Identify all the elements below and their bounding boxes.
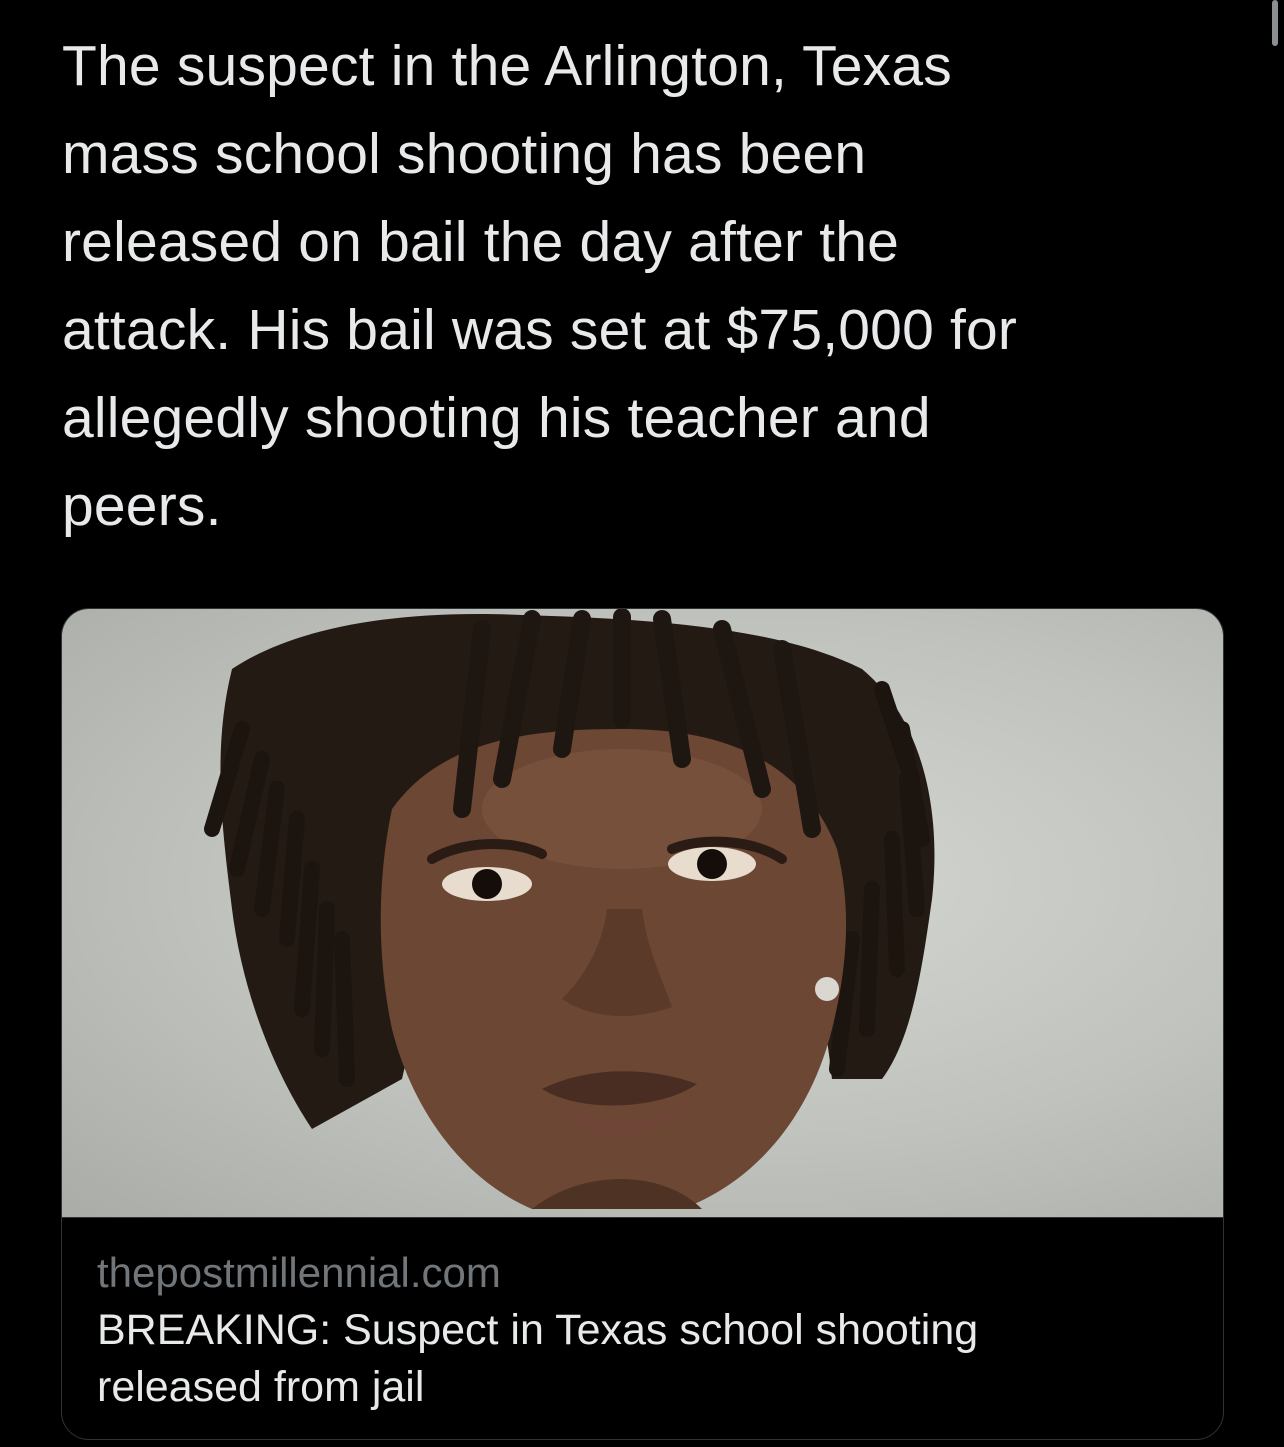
earring (815, 977, 839, 1001)
link-preview-card[interactable]: thepostmillennial.com BREAKING: Suspect … (61, 608, 1224, 1440)
card-title: BREAKING: Suspect in Texas school shooti… (97, 1306, 979, 1411)
card-image[interactable] (62, 609, 1223, 1217)
card-domain: thepostmillennial.com (97, 1249, 501, 1296)
scrollbar-thumb[interactable] (1272, 0, 1278, 46)
tweet-text: The suspect in the Arlington, Texas mass… (62, 34, 1018, 538)
portrait-photo (204, 609, 935, 1209)
card-info[interactable]: thepostmillennial.com BREAKING: Suspect … (62, 1217, 1223, 1439)
